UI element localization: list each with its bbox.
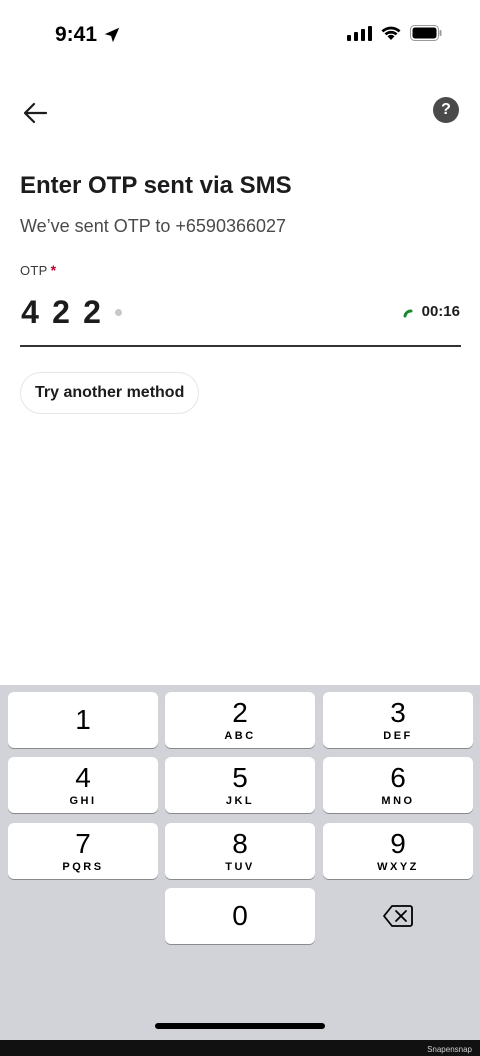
watermark: Snapensnap — [427, 1045, 472, 1054]
timer-text: 00:16 — [421, 303, 460, 320]
key-number: 8 — [232, 827, 248, 859]
key-letters: JKL — [225, 794, 255, 807]
key-number: 7 — [75, 827, 91, 859]
nav-bar: ? — [0, 90, 480, 134]
wifi-icon — [381, 26, 401, 40]
otp-digit: 4 — [21, 294, 39, 330]
otp-digit: 2 — [83, 294, 101, 330]
otp-timer: 00:16 — [402, 303, 460, 320]
location-arrow-icon — [104, 27, 120, 43]
key-7[interactable]: 7 PQRS — [8, 823, 158, 879]
status-time: 9:41 — [55, 23, 121, 47]
key-letters: MNO — [381, 794, 415, 807]
key-number: 5 — [232, 761, 248, 793]
otp-input[interactable]: 4 2 2 — [20, 294, 122, 331]
timer-progress-icon — [403, 309, 413, 317]
key-number: 4 — [75, 761, 91, 793]
otp-empty-slot — [115, 309, 122, 316]
page-title: Enter OTP sent via SMS — [20, 172, 292, 199]
back-button[interactable] — [18, 96, 52, 130]
key-letters: PQRS — [62, 860, 104, 873]
key-letters: ABC — [224, 729, 256, 742]
otp-underline — [20, 345, 461, 347]
key-9[interactable]: 9 WXYZ — [323, 823, 473, 879]
key-number: 1 — [75, 704, 91, 735]
key-letters: DEF — [383, 729, 413, 742]
key-8[interactable]: 8 TUV — [165, 823, 315, 879]
required-mark: * — [50, 262, 57, 278]
otp-digit: 2 — [52, 294, 70, 330]
key-number: 2 — [232, 696, 248, 728]
key-5[interactable]: 5 JKL — [165, 757, 315, 813]
key-6[interactable]: 6 MNO — [323, 757, 473, 813]
numeric-keypad: 1 2 ABC 3 DEF 4 GHI 5 JKL 6 MNO 7 PQRS 8… — [0, 685, 480, 1040]
otp-label-text: OTP — [20, 263, 48, 278]
home-indicator[interactable] — [155, 1023, 325, 1029]
otp-label: OTP * — [20, 262, 56, 278]
delete-key[interactable] — [323, 888, 473, 944]
status-icons — [347, 25, 442, 41]
footer-bar — [0, 1040, 480, 1056]
key-number: 6 — [390, 761, 406, 793]
try-another-method-button[interactable]: Try another method — [20, 372, 200, 414]
key-0[interactable]: 0 — [165, 888, 315, 944]
backspace-icon — [383, 905, 413, 927]
key-3[interactable]: 3 DEF — [323, 692, 473, 748]
help-button[interactable]: ? — [433, 97, 459, 123]
key-letters: GHI — [69, 794, 97, 807]
key-1[interactable]: 1 — [8, 692, 158, 748]
cellular-signal-icon — [347, 25, 372, 41]
key-number: 9 — [390, 827, 406, 859]
arrow-left-icon — [23, 102, 48, 124]
help-icon: ? — [441, 101, 451, 118]
key-number: 3 — [390, 696, 406, 728]
key-letters: WXYZ — [377, 860, 419, 873]
key-2[interactable]: 2 ABC — [165, 692, 315, 748]
key-letters: TUV — [225, 860, 255, 873]
key-4[interactable]: 4 GHI — [8, 757, 158, 813]
page-subtitle: We’ve sent OTP to +6590366027 — [20, 216, 287, 236]
key-number: 0 — [232, 900, 248, 931]
clock-text: 9:41 — [55, 23, 98, 46]
status-bar: 9:41 — [0, 0, 480, 70]
battery-icon — [410, 25, 442, 41]
